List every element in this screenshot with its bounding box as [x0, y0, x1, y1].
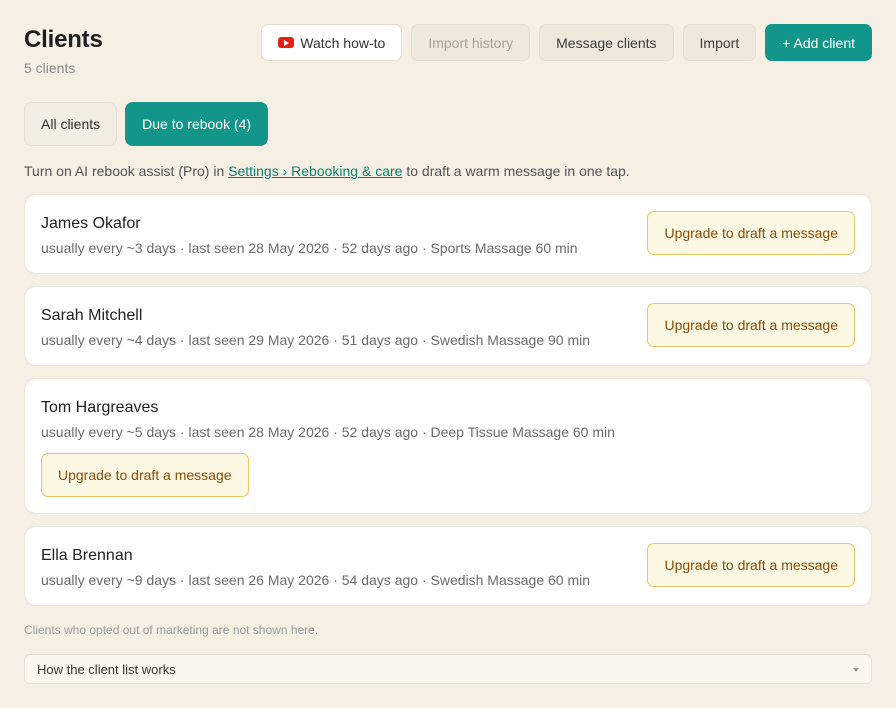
ai-rebook-notice: Turn on AI rebook assist (Pro) in Settin…: [24, 163, 630, 179]
page-title: Clients: [24, 26, 103, 53]
client-meta: usually every ~3 days · last seen 28 May…: [41, 240, 578, 256]
opt-out-note: Clients who opted out of marketing are n…: [24, 623, 319, 637]
client-meta: usually every ~4 days · last seen 29 May…: [41, 332, 591, 348]
upgrade-draft-message-button[interactable]: Upgrade to draft a message: [647, 303, 855, 347]
client-meta: usually every ~9 days · last seen 26 May…: [41, 572, 591, 588]
youtube-icon: [278, 37, 295, 48]
client-name: Sarah Mitchell: [41, 307, 143, 324]
notice-text-after: to draft a warm message in one tap.: [402, 163, 630, 179]
toolbar: Watch how-to Import history Message clie…: [261, 24, 872, 61]
client-card: Tom Hargreaves usually every ~5 days · l…: [24, 378, 872, 514]
client-name: Ella Brennan: [41, 547, 133, 564]
upgrade-draft-message-button[interactable]: Upgrade to draft a message: [647, 543, 855, 587]
tab-all-clients[interactable]: All clients: [24, 102, 118, 146]
tab-due-to-rebook[interactable]: Due to rebook (4): [125, 102, 269, 146]
client-meta: usually every ~5 days · last seen 28 May…: [41, 424, 615, 440]
client-card: Sarah Mitchell usually every ~4 days · l…: [24, 286, 872, 366]
client-list-help-accordion[interactable]: How the client list works: [24, 654, 872, 684]
client-count: 5 clients: [24, 60, 76, 76]
settings-rebooking-link[interactable]: Settings › Rebooking & care: [228, 163, 402, 179]
message-clients-button[interactable]: Message clients: [539, 24, 674, 61]
import-button[interactable]: Import: [682, 24, 757, 61]
notice-text-before: Turn on AI rebook assist (Pro) in: [24, 163, 229, 179]
accordion-label: How the client list works: [37, 661, 176, 677]
client-name: Tom Hargreaves: [41, 399, 159, 416]
chevron-down-icon: [853, 668, 859, 672]
watch-how-to-button[interactable]: Watch how-to: [261, 24, 403, 61]
client-card: James Okafor usually every ~3 days · las…: [24, 194, 872, 274]
add-client-button[interactable]: + Add client: [765, 24, 872, 61]
page-header: Clients 5 clients: [24, 26, 103, 76]
upgrade-draft-message-button[interactable]: Upgrade to draft a message: [647, 211, 855, 255]
watch-how-to-label: Watch how-to: [300, 34, 386, 51]
import-history-button[interactable]: Import history: [411, 24, 531, 61]
client-filter-tabs: All clients Due to rebook (4): [24, 102, 269, 146]
client-name: James Okafor: [41, 215, 141, 232]
upgrade-draft-message-button[interactable]: Upgrade to draft a message: [41, 453, 249, 497]
client-card: Ella Brennan usually every ~9 days · las…: [24, 526, 872, 606]
